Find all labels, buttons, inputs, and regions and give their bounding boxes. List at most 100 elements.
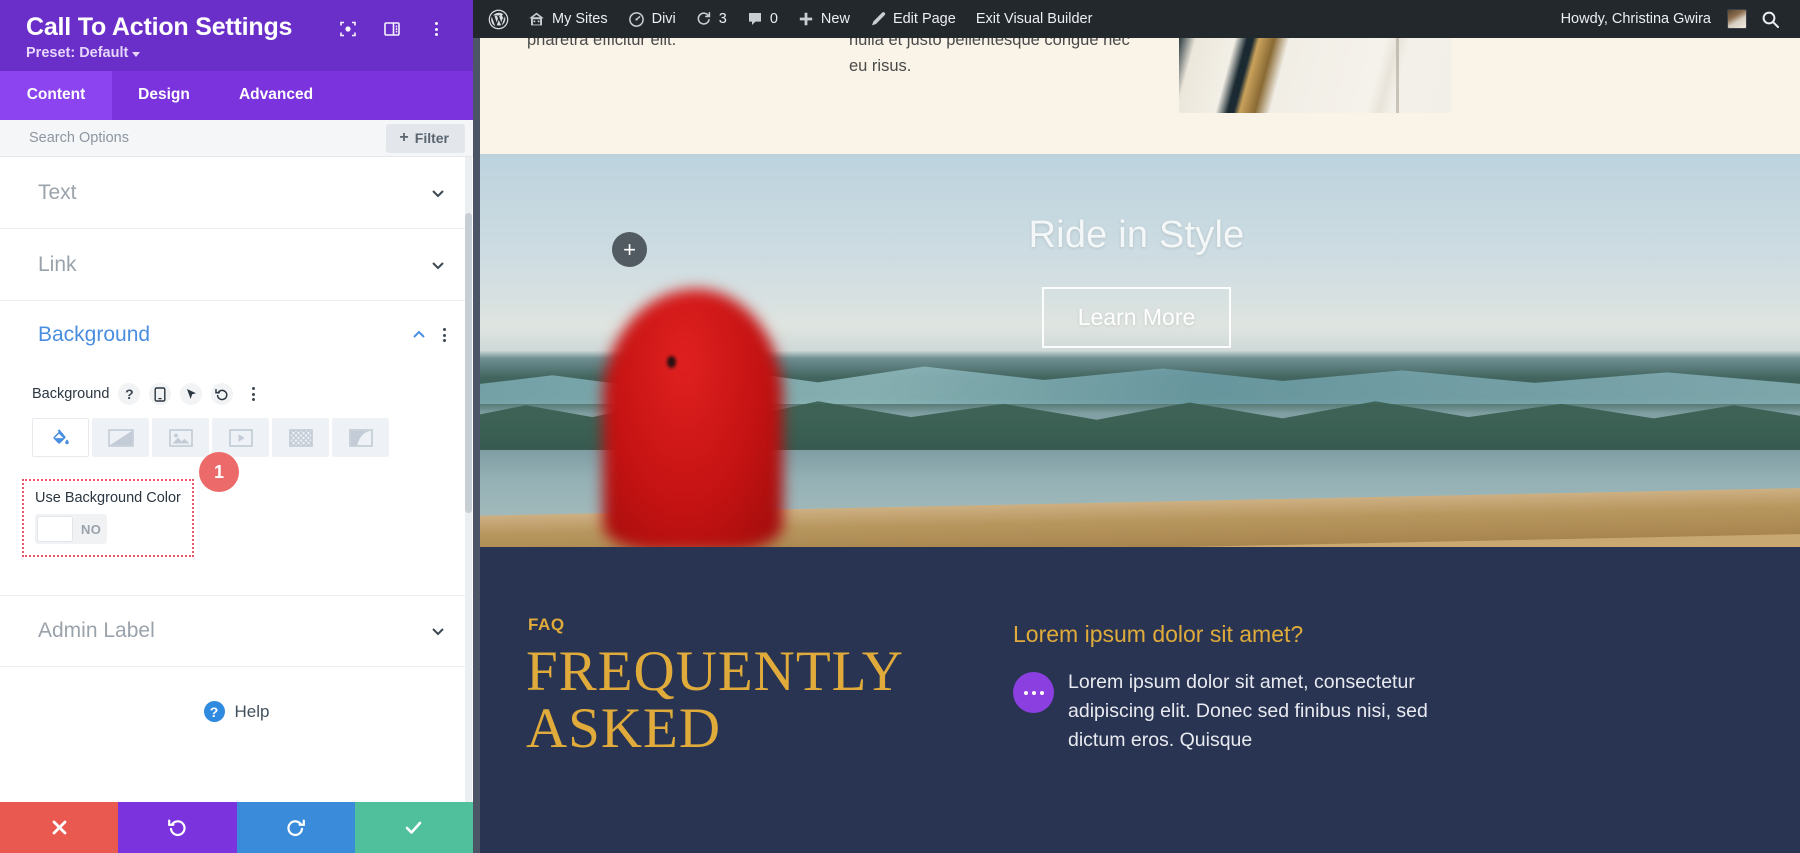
comments-menu[interactable]: 0 — [737, 0, 788, 38]
background-type-tabs — [32, 418, 443, 458]
help-icon[interactable]: ? — [118, 383, 141, 406]
annotation-badge-1: 1 — [199, 452, 239, 492]
panel-footer — [0, 802, 473, 853]
tab-advanced[interactable]: Advanced — [216, 71, 336, 121]
panel-scrollbar[interactable] — [465, 157, 472, 802]
section-link-label: Link — [38, 252, 77, 276]
toggle-value: NO — [81, 521, 102, 537]
section-link[interactable]: Link — [0, 229, 473, 302]
toggle-knob — [37, 516, 73, 543]
account-menu[interactable]: Howdy, Christina Gwira — [1551, 0, 1751, 38]
section-text-label: Text — [38, 180, 77, 204]
wordpress-admin-bar: My Sites Divi 3 0 New Edit Page Exit Vis… — [473, 0, 1800, 38]
use-background-color-field: Use Background Color NO — [22, 479, 194, 558]
panel-header: Call To Action Settings Preset: Default — [0, 0, 473, 72]
background-field: Background ? — [0, 369, 473, 458]
search-input[interactable] — [29, 130, 387, 147]
kebab-menu-icon[interactable] — [242, 383, 264, 405]
preset-selector[interactable]: Preset: Default — [26, 45, 447, 61]
comments-count: 0 — [769, 11, 778, 27]
help-icon: ? — [203, 701, 225, 723]
my-sites-menu[interactable]: My Sites — [518, 0, 618, 38]
hover-cursor-icon[interactable] — [180, 383, 203, 406]
chevron-down-icon — [432, 628, 444, 636]
kebab-menu-icon[interactable] — [425, 18, 447, 40]
filter-button[interactable]: + Filter — [386, 123, 465, 153]
page-canvas: pharetra efficitur elit. nulla et justo … — [473, 0, 1800, 853]
help-label: Help — [234, 701, 270, 721]
divi-menu[interactable]: Divi — [618, 0, 686, 38]
settings-tabs: Content Design Advanced — [0, 71, 473, 121]
updates-menu[interactable]: 3 — [686, 0, 737, 38]
section-faq[interactable]: FAQ FREQUENTLY ASKED Lorem ipsum dolor s… — [473, 547, 1800, 853]
new-label: New — [820, 11, 850, 27]
reset-undo-icon[interactable] — [211, 383, 234, 406]
chevron-down-icon — [432, 190, 444, 198]
wordpress-logo-icon[interactable] — [479, 0, 518, 38]
section-background[interactable]: Background — [0, 301, 473, 370]
section-admin-label[interactable]: Admin Label — [0, 595, 473, 668]
kebab-menu-icon[interactable] — [443, 328, 446, 343]
builder-left-rail — [473, 38, 480, 853]
exit-visual-builder-label: Exit Visual Builder — [975, 11, 1093, 27]
visual-builder-stage: My Sites Divi 3 0 New Edit Page Exit Vis… — [473, 0, 1800, 853]
focus-target-icon[interactable] — [337, 18, 359, 40]
preset-label: Preset: Default — [26, 45, 129, 62]
undo-button[interactable] — [118, 802, 237, 853]
cancel-button[interactable] — [0, 802, 119, 853]
plus-icon: + — [399, 129, 409, 147]
background-mask-tab[interactable] — [332, 418, 389, 458]
add-module-button[interactable]: + — [612, 232, 647, 267]
faq-question: Lorem ipsum dolor sit amet? — [1013, 621, 1304, 647]
faq-heading: FREQUENTLY ASKED — [526, 643, 904, 757]
chevron-down-icon — [432, 262, 444, 270]
background-image-tab[interactable] — [152, 418, 209, 458]
edit-page-link[interactable]: Edit Page — [860, 0, 966, 38]
learn-more-button[interactable]: Learn More — [1041, 287, 1232, 348]
background-pattern-tab[interactable] — [272, 418, 329, 458]
background-field-label: Background — [32, 386, 110, 403]
save-button[interactable] — [354, 802, 473, 853]
use-background-color-label: Use Background Color — [35, 490, 181, 507]
section-text[interactable]: Text — [0, 157, 473, 230]
hero-content: Ride in Style Learn More — [473, 214, 1800, 348]
module-settings-panel: Call To Action Settings Preset: Default … — [0, 0, 473, 853]
faq-answer: Lorem ipsum dolor sit amet, consectetur … — [1068, 671, 1428, 751]
help-button[interactable]: ? Help — [0, 667, 473, 756]
redo-button[interactable] — [236, 802, 355, 853]
edit-page-label: Edit Page — [892, 11, 956, 27]
tab-design[interactable]: Design — [112, 71, 216, 121]
hero-person-eye — [667, 356, 676, 368]
divi-label: Divi — [651, 11, 676, 27]
search-icon[interactable] — [1751, 0, 1792, 38]
panel-header-actions — [337, 14, 447, 40]
chevron-down-icon — [132, 52, 141, 58]
howdy-label: Howdy, Christina Gwira — [1560, 11, 1711, 27]
scrollbar-thumb[interactable] — [465, 213, 472, 514]
hero-title: Ride in Style — [1028, 214, 1245, 256]
exit-visual-builder-link[interactable]: Exit Visual Builder — [966, 0, 1103, 38]
section-admin-label-label: Admin Label — [38, 619, 155, 643]
section-hero[interactable]: + Ride in Style Learn More — [473, 154, 1800, 547]
use-background-color-toggle[interactable]: NO — [35, 514, 107, 545]
page-title: Call To Action Settings — [26, 13, 293, 41]
background-gradient-tab[interactable] — [92, 418, 149, 458]
faq-kicker: FAQ — [528, 615, 565, 634]
my-sites-label: My Sites — [552, 11, 608, 27]
admin-bar-right: Howdy, Christina Gwira — [1551, 0, 1792, 38]
background-color-tab[interactable] — [32, 418, 89, 458]
layout-columns-icon[interactable] — [381, 18, 403, 40]
new-content-menu[interactable]: New — [788, 0, 860, 38]
search-options-row: + Filter — [0, 120, 473, 158]
faq-heading-line-1: FREQUENTLY — [526, 640, 904, 703]
section-background-label: Background — [38, 323, 151, 347]
filter-label: Filter — [414, 130, 449, 147]
avatar — [1727, 9, 1747, 29]
faq-item: Lorem ipsum dolor sit amet? Lorem ipsum … — [1013, 621, 1483, 755]
chevron-up-icon — [413, 330, 425, 338]
updates-count: 3 — [718, 11, 727, 27]
responsive-phone-icon[interactable] — [149, 383, 172, 406]
ellipsis-icon — [1013, 672, 1054, 713]
tab-content[interactable]: Content — [0, 71, 112, 121]
faq-heading-line-2: ASKED — [526, 697, 722, 760]
